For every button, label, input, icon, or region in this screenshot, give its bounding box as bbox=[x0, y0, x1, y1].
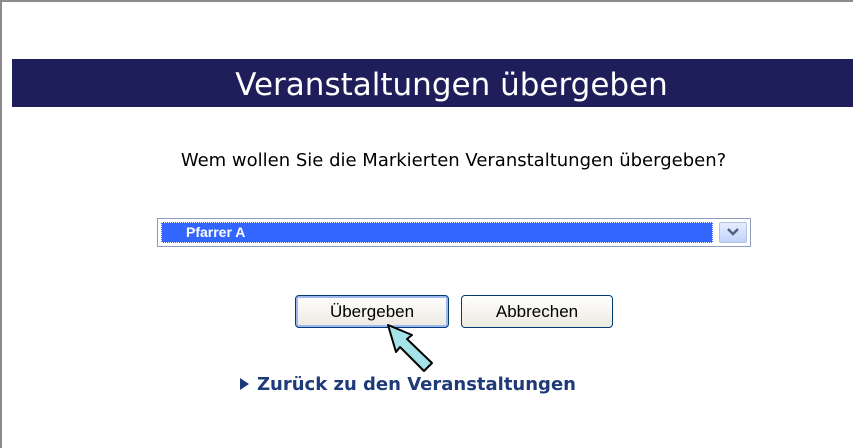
page-frame: Veranstaltungen übergeben Wem wollen Sie… bbox=[0, 0, 853, 448]
question-text: Wem wollen Sie die Markierten Veranstalt… bbox=[180, 150, 727, 171]
back-link-label[interactable]: Zurück zu den Veranstaltungen bbox=[257, 374, 576, 395]
recipient-select[interactable]: Pfarrer A bbox=[157, 218, 751, 247]
page-title-bar: Veranstaltungen übergeben bbox=[12, 59, 853, 107]
page-title: Veranstaltungen übergeben bbox=[235, 67, 668, 103]
chevron-down-icon bbox=[727, 228, 739, 236]
dropdown-arrow-button[interactable] bbox=[719, 222, 747, 243]
triangle-right-icon bbox=[240, 378, 249, 390]
hand-cursor-icon bbox=[387, 324, 433, 372]
back-link[interactable]: Zurück zu den Veranstaltungen bbox=[240, 372, 576, 396]
cancel-button[interactable]: Abbrechen bbox=[461, 295, 613, 328]
recipient-select-value[interactable]: Pfarrer A bbox=[161, 222, 713, 243]
